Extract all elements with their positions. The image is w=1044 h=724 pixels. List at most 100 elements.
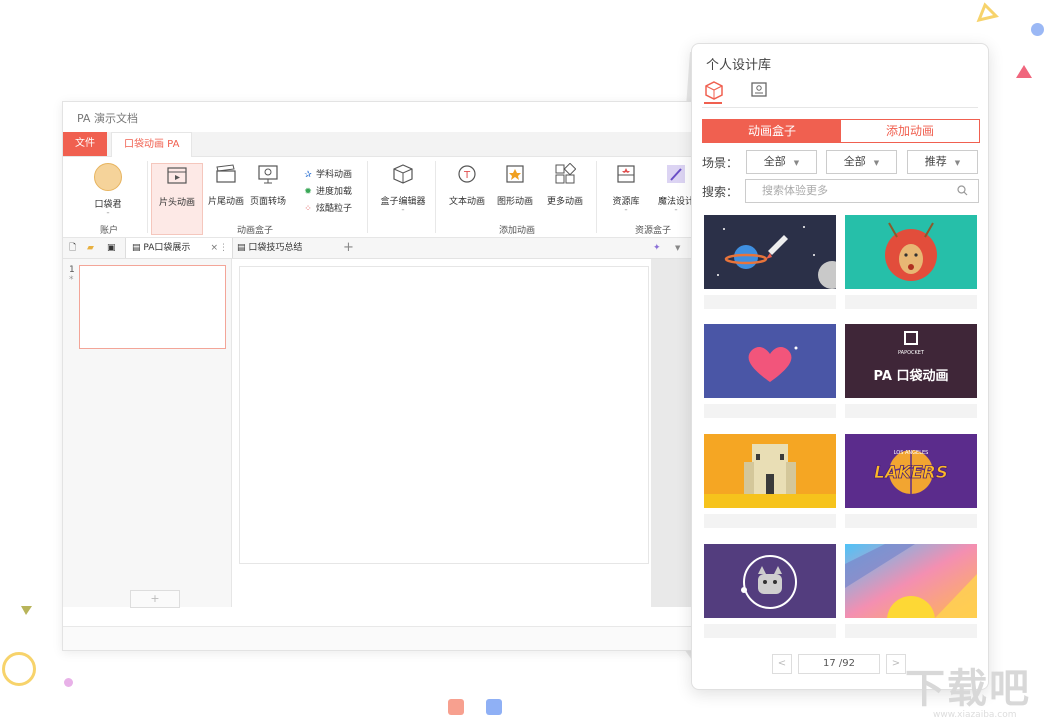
dropdown-dash: - xyxy=(106,208,110,218)
resource-library-button[interactable]: 资源库 - xyxy=(601,163,651,215)
add-slide-button[interactable]: + xyxy=(130,590,180,608)
template-card-lakers[interactable]: LOS ANGELES LAKERS xyxy=(845,434,977,532)
box-editor-button[interactable]: 盒子编辑器 - xyxy=(375,163,431,215)
tab-file[interactable]: 文件 xyxy=(63,132,107,156)
dropdown-value: 全部 xyxy=(763,155,786,168)
card-caption xyxy=(845,404,977,418)
card-caption xyxy=(845,514,977,528)
add-tab-icon[interactable]: + xyxy=(343,238,354,258)
card-caption xyxy=(704,295,836,309)
ribbon-tabs: 文件 口袋动画 PA xyxy=(63,132,703,157)
dropdown-value: 推荐 xyxy=(924,155,947,168)
doc-tab-tips-summary[interactable]: ▤ 口袋技巧总结 xyxy=(233,238,337,258)
intro-animation-button[interactable]: 片头动画 xyxy=(151,163,203,235)
group-separator xyxy=(367,161,368,233)
divider xyxy=(702,107,978,108)
triangle-red-decoration xyxy=(1016,65,1032,78)
template-card-papocket[interactable]: PAPOCKET PA 口袋动画 xyxy=(845,324,977,422)
add-animation-tab[interactable]: 添加动画 xyxy=(841,120,979,142)
lakers-subtitle: LOS ANGELES xyxy=(894,450,929,456)
save-icon[interactable]: ▣ xyxy=(107,238,116,258)
slide-marker: * xyxy=(69,275,74,285)
template-card-rocket[interactable] xyxy=(704,215,836,313)
group-separator xyxy=(596,161,597,233)
cube-icon xyxy=(393,164,413,184)
star-icon: ✰ xyxy=(304,170,312,180)
template-card-cat[interactable] xyxy=(704,544,836,642)
tab-pocket-animation[interactable]: 口袋动画 PA xyxy=(111,132,193,157)
account-button[interactable]: 口袋君 - xyxy=(83,163,133,218)
shape-animation-button[interactable]: 图形动画 xyxy=(490,163,540,207)
window-title: PA 演示文档 xyxy=(77,112,138,125)
panel-title: 个人设计库 xyxy=(706,58,772,73)
avatar xyxy=(94,163,122,191)
subject-label: 学科动画 xyxy=(316,170,353,180)
close-icon[interactable]: × xyxy=(210,238,218,258)
template-card-heart[interactable] xyxy=(704,324,836,422)
prev-page-button[interactable]: < xyxy=(772,654,792,674)
status-bar xyxy=(63,626,703,650)
group-label-add-anim: 添加动画 xyxy=(499,226,536,236)
search-label: 搜索： xyxy=(702,185,739,199)
particles-icon: ⁘ xyxy=(304,204,312,214)
template-card-deer[interactable] xyxy=(845,215,977,313)
category-dropdown[interactable]: 全部 ▼ xyxy=(826,150,897,174)
heart-thumbnail xyxy=(704,324,836,398)
template-card-castle[interactable] xyxy=(704,434,836,532)
more-vertical-icon[interactable]: ⋮ xyxy=(219,238,228,258)
more-animation-button[interactable]: 更多动画 xyxy=(540,162,590,207)
slide-number: 1 xyxy=(69,265,75,275)
papocket-title: PA 口袋动画 xyxy=(874,368,949,384)
loading-icon: ✹ xyxy=(304,187,312,197)
watermark-url: www.xiazaiba.com xyxy=(933,710,1017,720)
anim-box-tab[interactable]: 动画盒子 xyxy=(703,120,841,142)
slide-thumbnail[interactable] xyxy=(79,265,226,349)
doc-tab-pa-showcase[interactable]: ▤ PA口袋展示 × ⋮ xyxy=(125,238,233,258)
template-card-gradient[interactable] xyxy=(845,544,977,642)
watermark-logo: 下载吧 xyxy=(905,666,1031,712)
magic-small-icon[interactable]: ✦ xyxy=(653,238,661,258)
intro-label: 片头动画 xyxy=(158,198,195,208)
group-label-anim-box: 动画盒子 xyxy=(237,226,274,236)
particles-label: 炫酷粒子 xyxy=(316,204,353,214)
papocket-thumbnail: PAPOCKET PA 口袋动画 xyxy=(845,324,977,398)
doc-tab-label: PA口袋展示 xyxy=(143,243,191,253)
profile-card-icon[interactable] xyxy=(749,80,769,100)
page-transition-button[interactable]: 页面转场 xyxy=(243,163,293,207)
main-window: PA 演示文档 文件 口袋动画 PA 口袋君 - 账户 片头动画 片尾动画 页面… xyxy=(62,101,704,651)
open-folder-icon[interactable]: ▰ xyxy=(87,238,94,258)
cube-icon[interactable] xyxy=(704,80,724,100)
monitor-icon xyxy=(258,165,278,184)
lakers-thumbnail: LOS ANGELES LAKERS xyxy=(845,434,977,508)
subject-animation-item[interactable]: ✰ 学科动画 xyxy=(303,167,352,180)
circle-outline-decoration xyxy=(2,652,36,686)
progress-label: 进度加载 xyxy=(316,187,353,197)
search-input[interactable] xyxy=(760,183,944,198)
document-icon: ▤ xyxy=(237,243,246,253)
cat-thumbnail xyxy=(704,544,836,618)
dot-salmon-indicator[interactable] xyxy=(448,699,464,715)
papocket-brand: PAPOCKET xyxy=(898,350,925,356)
new-file-icon[interactable]: 🗋 xyxy=(69,238,76,258)
dot-blue-indicator[interactable] xyxy=(486,699,502,715)
magic-wand-icon xyxy=(667,165,685,183)
group-separator xyxy=(147,161,148,233)
progress-loading-item[interactable]: ✹ 进度加载 xyxy=(303,184,352,197)
transition-label: 页面转场 xyxy=(249,197,286,207)
sort-dropdown[interactable]: 推荐 ▼ xyxy=(907,150,978,174)
document-icon: ▤ xyxy=(132,243,141,253)
card-caption xyxy=(704,404,836,418)
particles-item[interactable]: ⁘ 炫酷粒子 xyxy=(303,201,352,214)
slide-canvas[interactable] xyxy=(239,266,649,564)
next-page-button[interactable]: > xyxy=(886,654,906,674)
ribbon: 口袋君 - 账户 片头动画 片尾动画 页面转场 ✰ 学科动画 ✹ 进度加载 ⁘ 炫酷粒… xyxy=(63,157,703,238)
chevron-down-icon[interactable]: ▼ xyxy=(675,238,680,258)
group-label-account: 账户 xyxy=(100,226,119,236)
scene-dropdown[interactable]: 全部 ▼ xyxy=(746,150,817,174)
svg-text:T: T xyxy=(463,170,471,181)
search-icon[interactable] xyxy=(957,185,968,196)
text-animation-button[interactable]: T 文本动画 xyxy=(442,163,492,207)
grid-icon xyxy=(555,162,577,184)
card-caption xyxy=(845,295,977,309)
dropdown-dash: - xyxy=(624,205,628,215)
